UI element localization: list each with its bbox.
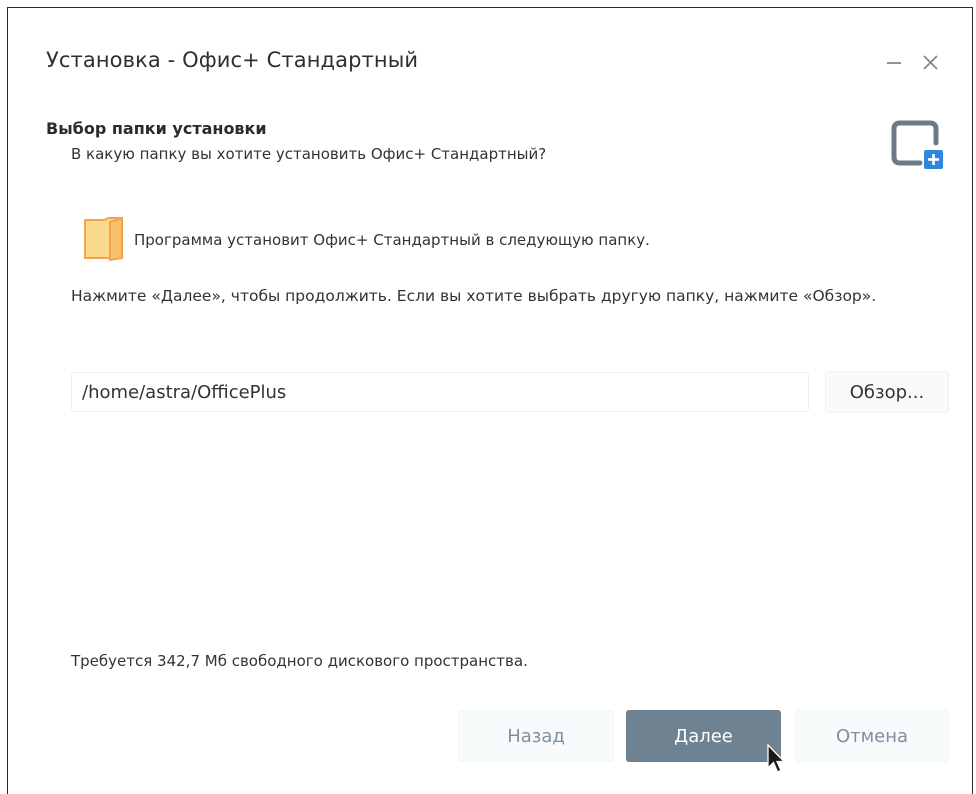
back-button[interactable]: Назад	[458, 710, 614, 762]
folder-icon	[82, 215, 126, 263]
cancel-button[interactable]: Отмена	[795, 710, 949, 762]
next-button[interactable]: Далее	[626, 710, 781, 762]
browse-button[interactable]: Обзор...	[825, 371, 949, 413]
section-subtitle: В какую папку вы хотите установить Офис+…	[71, 145, 547, 163]
section-title: Выбор папки установки	[46, 119, 267, 138]
space-required-text: Требуется 342,7 Мб свободного дискового …	[71, 652, 528, 670]
window-title: Установка - Офис+ Стандартный	[46, 48, 419, 72]
instruction-text: Нажмите «Далее», чтобы продолжить. Если …	[71, 287, 877, 305]
close-button[interactable]	[918, 50, 944, 76]
close-icon	[923, 55, 938, 70]
install-window-plus-icon	[890, 119, 946, 171]
minimize-icon	[887, 62, 901, 64]
folder-message: Программа установит Офис+ Стандартный в …	[134, 231, 650, 249]
minimize-button[interactable]	[882, 50, 908, 76]
install-path-input[interactable]	[71, 372, 809, 412]
